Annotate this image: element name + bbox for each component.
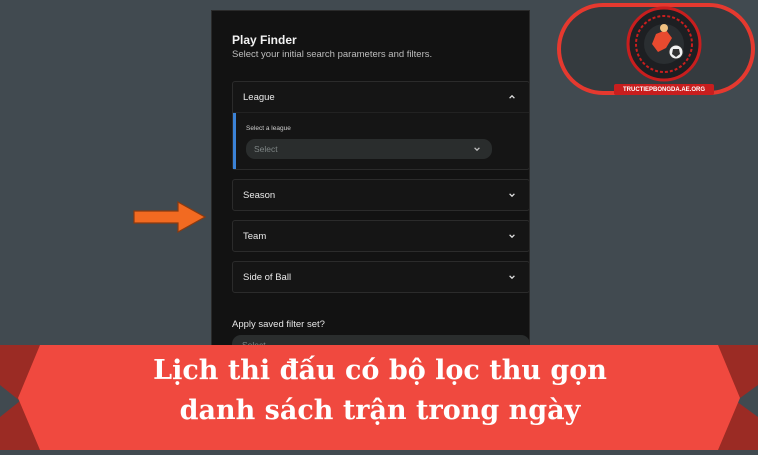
season-section[interactable]: Season [232,179,530,211]
chevron-down-icon [507,190,517,200]
chevron-down-icon [472,144,482,154]
chevron-up-icon [507,92,517,102]
badge-url: TRUCTIEPBONGDA.AE.ORG [614,84,714,95]
league-select[interactable]: Select [246,139,492,159]
league-field-label: Select a league [246,125,291,132]
chevron-down-icon [507,272,517,282]
league-section: League Select a league Select [232,81,530,170]
logo-icon [620,4,708,89]
side-of-ball-label: Side of Ball [243,271,292,283]
season-header[interactable]: Season [233,180,529,210]
chevron-down-icon [507,231,517,241]
saved-filter-label: Apply saved filter set? [232,319,325,330]
team-header[interactable]: Team [233,221,529,251]
league-select-placeholder: Select [254,144,278,154]
league-label: League [243,91,275,103]
side-of-ball-header[interactable]: Side of Ball [233,262,529,292]
league-accent-bar [233,113,236,169]
banner-line-1: Lịch thi đấu có bộ lọc thu gọn [153,355,607,386]
arrow-right-icon [132,200,208,239]
banner-title: Lịch thi đấu có bộ lọc thu gọn danh sách… [60,351,700,431]
season-label: Season [243,189,276,201]
league-body: Select a league Select [233,112,529,169]
team-section[interactable]: Team [232,220,530,252]
league-header[interactable]: League [233,82,529,112]
panel-subtitle: Select your initial search parameters an… [232,49,433,60]
banner-line-2: danh sách trận trong ngày [179,395,581,426]
side-of-ball-section[interactable]: Side of Ball [232,261,530,293]
panel-title: Play Finder [232,33,297,47]
team-label: Team [243,230,267,242]
